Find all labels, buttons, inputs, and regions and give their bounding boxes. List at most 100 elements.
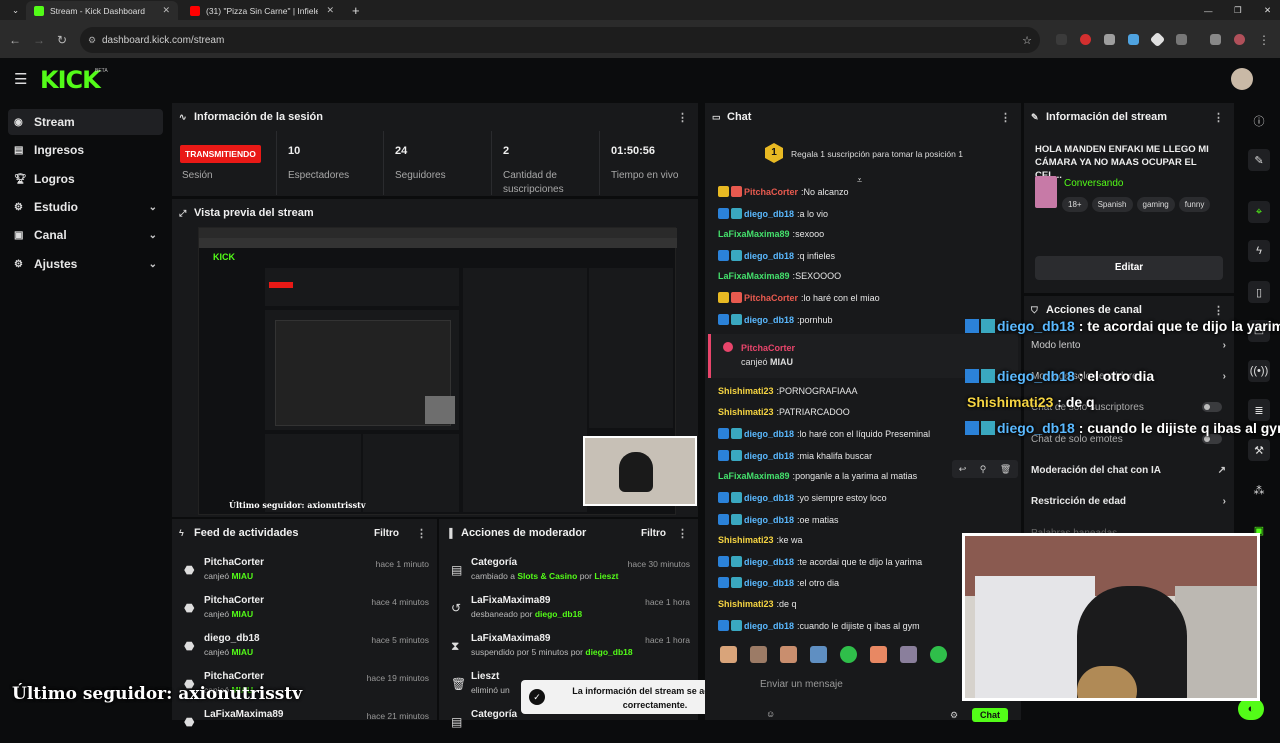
sidebar-item-ingresos[interactable]: ▤ Ingresos bbox=[8, 137, 163, 163]
new-tab-button[interactable]: + bbox=[344, 1, 364, 20]
emote-icon[interactable] bbox=[870, 646, 887, 663]
category-link[interactable]: Conversando bbox=[1064, 178, 1123, 189]
more-options-icon[interactable]: ⋮ bbox=[416, 527, 427, 540]
emote-icon[interactable] bbox=[900, 646, 917, 663]
feed-user[interactable]: LaFixaMaxima89 bbox=[204, 709, 284, 720]
mod-item-title[interactable]: LaFixaMaxima89 bbox=[471, 633, 551, 644]
extension-icon[interactable] bbox=[1080, 34, 1091, 45]
feed-user[interactable]: PitchaCorter bbox=[204, 671, 264, 682]
chat-username[interactable]: diego_db18 bbox=[744, 493, 794, 503]
share-icon[interactable]: ⁂ bbox=[1248, 479, 1270, 501]
help-button[interactable]: ◐ bbox=[1238, 698, 1264, 720]
layers-icon[interactable]: ≣ bbox=[1248, 399, 1270, 421]
document-icon[interactable]: ▯ bbox=[1248, 281, 1270, 303]
extension-icon[interactable] bbox=[1104, 34, 1115, 45]
close-tab-icon[interactable]: ✕ bbox=[326, 5, 334, 16]
chat-username[interactable]: LaFixaMaxima89 bbox=[718, 229, 790, 239]
bolt-icon[interactable]: ϟ bbox=[1248, 240, 1270, 262]
subscribers-only-toggle[interactable] bbox=[1202, 402, 1222, 412]
ai-moderation-row[interactable]: Moderación del chat con IA ↗ bbox=[1024, 455, 1234, 485]
chat-username[interactable]: diego_db18 bbox=[744, 515, 794, 525]
chat-username[interactable]: diego_db18 bbox=[744, 251, 794, 261]
stream-preview-video[interactable]: KICK Último seguidor: axionutrisstv bbox=[198, 227, 697, 515]
more-options-icon[interactable]: ⋮ bbox=[1213, 304, 1224, 317]
extensions-puzzle-icon[interactable] bbox=[1176, 34, 1187, 45]
chat-username[interactable]: PitchaCorter bbox=[744, 293, 798, 303]
chat-username[interactable]: diego_db18 bbox=[744, 429, 794, 439]
broadcast-icon[interactable]: ((•)) bbox=[1248, 360, 1270, 382]
close-tab-icon[interactable]: ✕ bbox=[162, 5, 170, 16]
chat-username[interactable]: Shishimati23 bbox=[718, 535, 774, 545]
sidebar-item-logros[interactable]: 🏆︎ Logros bbox=[8, 166, 163, 192]
target-icon[interactable]: ⌖ bbox=[1248, 201, 1270, 223]
chat-username[interactable]: diego_db18 bbox=[744, 315, 794, 325]
emote-icon[interactable] bbox=[810, 646, 827, 663]
chat-settings-icon[interactable]: ⚙ bbox=[950, 710, 958, 721]
more-options-icon[interactable]: ⋮ bbox=[677, 111, 688, 124]
emote-picker-icon[interactable]: ☺ bbox=[766, 709, 775, 719]
minimize-icon[interactable]: — bbox=[1196, 1, 1213, 20]
feed-user[interactable]: PitchaCorter bbox=[204, 595, 264, 606]
chat-username[interactable]: diego_db18 bbox=[744, 578, 794, 588]
tab-youtube[interactable]: (31) "Pizza Sin Carne" | Infieles ✕ bbox=[182, 1, 342, 20]
forward-icon[interactable]: → bbox=[33, 33, 45, 47]
extension-icon[interactable] bbox=[1128, 34, 1139, 45]
extension-icon[interactable] bbox=[1056, 34, 1067, 45]
sidebar-item-stream[interactable]: ◉ Stream bbox=[8, 109, 163, 135]
chat-username[interactable]: LaFixaMaxima89 bbox=[718, 471, 790, 481]
browser-menu-icon[interactable]: ⋮ bbox=[1258, 33, 1270, 47]
pin-message-icon[interactable]: ⚲ bbox=[980, 464, 987, 475]
back-icon[interactable]: ← bbox=[9, 33, 21, 47]
kick-logo[interactable]: KICK bbox=[40, 66, 101, 94]
edit-icon[interactable]: ✎ bbox=[1248, 149, 1270, 171]
hamburger-menu-icon[interactable]: ☰ bbox=[14, 70, 27, 88]
chat-username[interactable]: Shishimati23 bbox=[718, 386, 774, 396]
site-info-icon[interactable]: ⚙ bbox=[88, 35, 96, 46]
age-restriction-row[interactable]: Restricción de edad › bbox=[1024, 486, 1234, 516]
restore-icon[interactable]: ❐ bbox=[1226, 1, 1242, 20]
emote-icon[interactable] bbox=[750, 646, 767, 663]
emote-icon[interactable] bbox=[720, 646, 737, 663]
more-options-icon[interactable]: ⋮ bbox=[677, 527, 688, 540]
feed-user[interactable]: PitchaCorter bbox=[204, 557, 264, 568]
delete-message-icon[interactable]: 🗑︎ bbox=[1000, 464, 1011, 475]
more-options-icon[interactable]: ⋮ bbox=[1000, 111, 1011, 124]
slow-mode-row[interactable]: Modo lento › bbox=[1024, 330, 1234, 360]
filter-button[interactable]: Filtro bbox=[374, 528, 399, 539]
address-bar[interactable]: ⚙ dashboard.kick.com/stream ☆ bbox=[80, 27, 1040, 53]
chat-username[interactable]: diego_db18 bbox=[744, 451, 794, 461]
mod-item-title[interactable]: Lieszt bbox=[471, 671, 499, 682]
reply-icon[interactable]: ↩ bbox=[959, 464, 967, 475]
avatar[interactable] bbox=[1231, 68, 1253, 90]
chat-username[interactable]: Shishimati23 bbox=[718, 407, 774, 417]
sidebar-item-canal[interactable]: ▣ Canal ⌄ bbox=[8, 222, 163, 248]
sidebar-item-ajustes[interactable]: ⚙ Ajustes ⌄ bbox=[8, 251, 163, 277]
chat-input[interactable]: Enviar un mensaje bbox=[710, 672, 960, 696]
more-options-icon[interactable]: ⋮ bbox=[1213, 111, 1224, 124]
sidebar-item-estudio[interactable]: ⚙ Estudio ⌄ bbox=[8, 194, 163, 220]
mod-item-title[interactable]: LaFixaMaxima89 bbox=[471, 595, 551, 606]
chat-username[interactable]: Shishimati23 bbox=[718, 599, 774, 609]
chat-username[interactable]: diego_db18 bbox=[744, 557, 794, 567]
info-icon[interactable]: ⓘ bbox=[1248, 110, 1270, 132]
edit-button[interactable]: Editar bbox=[1035, 256, 1223, 280]
close-window-icon[interactable]: ✕ bbox=[1256, 1, 1272, 20]
reload-icon[interactable]: ↻ bbox=[57, 33, 67, 47]
chat-username[interactable]: LaFixaMaxima89 bbox=[718, 271, 790, 281]
profile-icon[interactable] bbox=[1234, 34, 1245, 45]
emote-icon[interactable] bbox=[840, 646, 857, 663]
tab-list-button[interactable]: ⌄ bbox=[4, 1, 24, 20]
chat-username[interactable]: PitchaCorter bbox=[744, 187, 798, 197]
chat-username[interactable]: diego_db18 bbox=[744, 621, 794, 631]
emote-icon[interactable] bbox=[780, 646, 797, 663]
feed-user[interactable]: diego_db18 bbox=[204, 633, 260, 644]
redeem-user[interactable]: PitchaCorter bbox=[741, 343, 795, 353]
reading-list-icon[interactable] bbox=[1210, 34, 1221, 45]
sub-gift-banner[interactable]: 1 Regala 1 suscripción para tomar la pos… bbox=[705, 133, 1021, 185]
chat-username[interactable]: diego_db18 bbox=[744, 209, 794, 219]
wrench-icon[interactable]: ⚒ bbox=[1248, 439, 1270, 461]
pin-icon[interactable]: ⩡ bbox=[857, 175, 862, 186]
emote-icon[interactable] bbox=[930, 646, 947, 663]
bookmark-star-icon[interactable]: ☆ bbox=[1022, 34, 1032, 47]
tab-kick-dashboard[interactable]: Stream - Kick Dashboard ✕ bbox=[26, 1, 178, 20]
